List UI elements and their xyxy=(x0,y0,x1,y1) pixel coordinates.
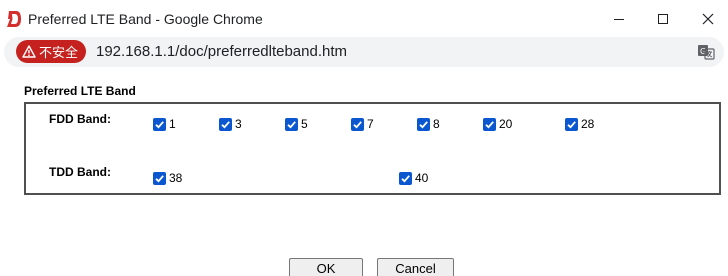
checkbox-label: 5 xyxy=(301,117,308,131)
warning-icon xyxy=(22,45,36,58)
checkbox-label: 38 xyxy=(169,171,183,185)
close-icon xyxy=(702,13,714,25)
fdd-band-20-checkbox[interactable]: 20 xyxy=(483,117,512,131)
translate-icon[interactable]: G xyxy=(696,42,716,62)
security-label: 不安全 xyxy=(39,46,79,61)
fdd-band-5-checkbox[interactable]: 5 xyxy=(285,117,308,131)
url-text[interactable]: 192.168.1.1/doc/preferredlteband.htm xyxy=(96,43,347,60)
checkbox-checked-icon xyxy=(399,171,412,185)
window-title: Preferred LTE Band - Google Chrome xyxy=(28,11,263,27)
cancel-button[interactable]: Cancel xyxy=(377,258,454,276)
checkbox-checked-icon xyxy=(153,171,166,185)
checkbox-checked-icon xyxy=(219,117,232,131)
title-bar: Preferred LTE Band - Google Chrome xyxy=(0,0,728,38)
minimize-button[interactable] xyxy=(599,4,639,34)
checkbox-checked-icon xyxy=(565,117,578,131)
checkbox-checked-icon xyxy=(351,117,364,131)
checkbox-checked-icon xyxy=(417,117,430,131)
tdd-band-40-checkbox[interactable]: 40 xyxy=(399,171,428,185)
checkbox-checked-icon xyxy=(285,117,298,131)
address-bar[interactable]: 不安全 192.168.1.1/doc/preferredlteband.htm… xyxy=(4,37,724,67)
fdd-band-8-checkbox[interactable]: 8 xyxy=(417,117,440,131)
minimize-icon xyxy=(614,19,624,20)
security-warning-chip[interactable]: 不安全 xyxy=(16,40,87,63)
close-button[interactable] xyxy=(688,4,728,34)
ok-button[interactable]: OK xyxy=(289,258,363,276)
app-logo-icon xyxy=(7,11,21,27)
page-title: Preferred LTE Band xyxy=(24,84,136,98)
fdd-band-label: FDD Band: xyxy=(49,112,111,126)
checkbox-label: 7 xyxy=(367,117,374,131)
checkbox-label: 40 xyxy=(415,171,429,185)
fdd-band-7-checkbox[interactable]: 7 xyxy=(351,117,374,131)
checkbox-label: 8 xyxy=(433,117,440,131)
checkbox-checked-icon xyxy=(483,117,496,131)
checkbox-checked-icon xyxy=(153,117,166,131)
checkbox-label: 1 xyxy=(169,117,176,131)
checkbox-label: 20 xyxy=(499,117,513,131)
checkbox-label: 3 xyxy=(235,117,242,131)
maximize-button[interactable] xyxy=(643,4,683,34)
fdd-band-1-checkbox[interactable]: 1 xyxy=(153,117,176,131)
checkbox-label: 28 xyxy=(581,117,595,131)
maximize-icon xyxy=(658,14,668,24)
fdd-band-3-checkbox[interactable]: 3 xyxy=(219,117,242,131)
fdd-band-28-checkbox[interactable]: 28 xyxy=(565,117,594,131)
tdd-band-38-checkbox[interactable]: 38 xyxy=(153,171,182,185)
band-selection-box: FDD Band: 1 3 5 7 8 20 28 TDD Band: 38 4… xyxy=(24,102,721,195)
tdd-band-label: TDD Band: xyxy=(49,165,111,179)
